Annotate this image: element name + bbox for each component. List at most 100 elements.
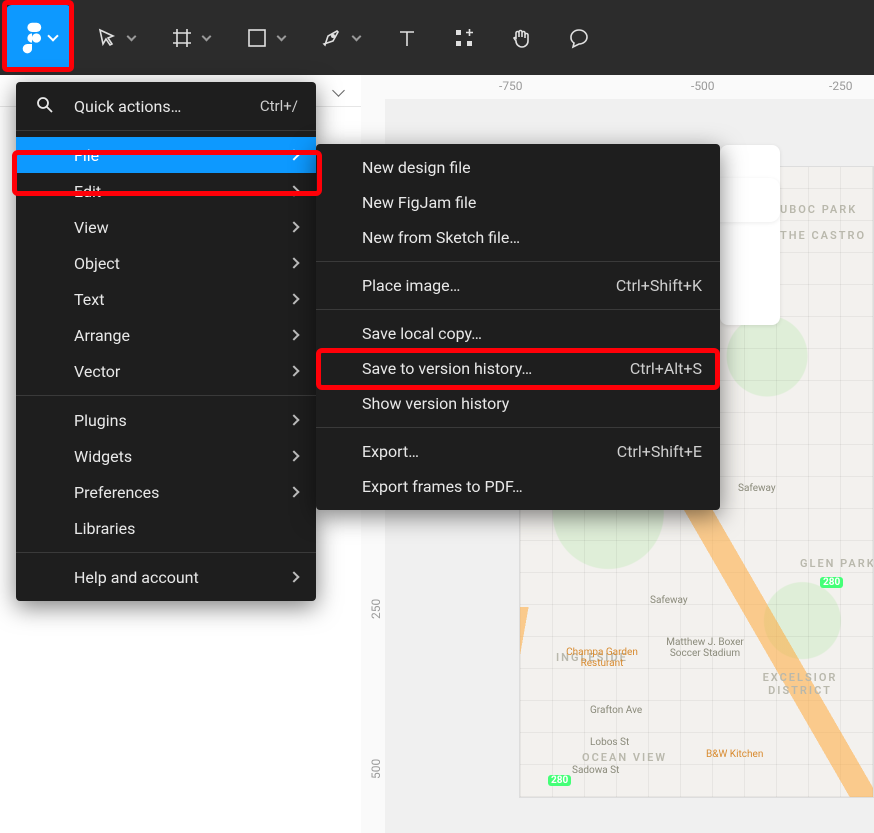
menu-edit[interactable]: Edit bbox=[16, 173, 316, 209]
horizontal-ruler: -750 -500 -250 bbox=[361, 75, 874, 99]
submenu-place-image[interactable]: Place image… Ctrl+Shift+K bbox=[316, 268, 720, 303]
chevron-down-icon[interactable] bbox=[332, 84, 345, 97]
menu-file[interactable]: File bbox=[16, 137, 316, 173]
submenu-save-local[interactable]: Save local copy… bbox=[316, 316, 720, 351]
route-shield: 280 bbox=[548, 775, 571, 786]
map-label: Champa Garden Resturant bbox=[562, 647, 642, 669]
resources-icon bbox=[454, 28, 474, 48]
menu-label: View bbox=[74, 218, 109, 237]
map-label: B&W Kitchen bbox=[706, 749, 763, 760]
menu-shortcut: Ctrl+Shift+E bbox=[617, 442, 702, 461]
chevron-right-icon bbox=[288, 486, 299, 497]
ruler-tick: -750 bbox=[499, 79, 523, 93]
menu-separator bbox=[316, 427, 720, 428]
map-label: EXCELSIOR DISTRICT bbox=[760, 671, 840, 697]
menu-label: New FigJam file bbox=[362, 193, 476, 212]
menu-view[interactable]: View bbox=[16, 209, 316, 245]
menu-separator bbox=[16, 395, 316, 396]
menu-shortcut: Ctrl+Alt+S bbox=[630, 359, 702, 378]
menu-plugins[interactable]: Plugins bbox=[16, 402, 316, 438]
menu-widgets[interactable]: Widgets bbox=[16, 438, 316, 474]
submenu-export-pdf[interactable]: Export frames to PDF… bbox=[316, 469, 720, 504]
comment-tool[interactable] bbox=[550, 0, 608, 75]
menu-label: Export frames to PDF… bbox=[362, 477, 523, 496]
ruler-tick: 250 bbox=[369, 599, 383, 619]
map-label: Sadowa St bbox=[572, 765, 619, 776]
ruler-tick: -500 bbox=[691, 79, 715, 93]
menu-separator bbox=[16, 130, 316, 131]
ruler-tick: -250 bbox=[829, 79, 853, 93]
card-overlay bbox=[720, 145, 780, 325]
map-label: Matthew J. Boxer Soccer Stadium bbox=[660, 637, 750, 659]
menu-label: Widgets bbox=[74, 447, 132, 466]
menu-label: File bbox=[74, 146, 99, 165]
map-label: Safeway bbox=[650, 595, 688, 606]
map-label: UBOC PARK bbox=[780, 203, 857, 216]
menu-separator bbox=[316, 261, 720, 262]
map-label: OCEAN VIEW bbox=[582, 751, 667, 764]
hand-tool[interactable] bbox=[492, 0, 550, 75]
text-tool[interactable] bbox=[378, 0, 436, 75]
figma-logo-icon bbox=[21, 22, 43, 54]
chevron-down-icon bbox=[47, 30, 58, 41]
chevron-right-icon bbox=[288, 365, 299, 376]
chevron-down-icon bbox=[277, 31, 287, 41]
submenu-new-sketch[interactable]: New from Sketch file… bbox=[316, 220, 720, 255]
pen-tool[interactable] bbox=[303, 0, 378, 75]
menu-arrange[interactable]: Arrange bbox=[16, 317, 316, 353]
menu-label: Edit bbox=[74, 182, 101, 201]
submenu-new-figjam[interactable]: New FigJam file bbox=[316, 185, 720, 220]
menu-separator bbox=[316, 309, 720, 310]
search-icon bbox=[36, 96, 54, 114]
menu-vector[interactable]: Vector bbox=[16, 353, 316, 389]
chevron-right-icon bbox=[288, 149, 299, 160]
menu-preferences[interactable]: Preferences bbox=[16, 474, 316, 510]
menu-label: Export… bbox=[362, 442, 419, 461]
menu-object[interactable]: Object bbox=[16, 245, 316, 281]
menu-separator bbox=[16, 552, 316, 553]
menu-text[interactable]: Text bbox=[16, 281, 316, 317]
file-submenu: New design file New FigJam file New from… bbox=[316, 144, 720, 510]
menu-label: Vector bbox=[74, 362, 120, 381]
menu-label: Save to version history… bbox=[362, 359, 532, 378]
chevron-right-icon bbox=[288, 450, 299, 461]
submenu-show-history[interactable]: Show version history bbox=[316, 386, 720, 421]
cursor-icon bbox=[96, 27, 118, 49]
chevron-right-icon bbox=[288, 293, 299, 304]
map-label: GLEN PARK bbox=[800, 557, 874, 570]
menu-label: Arrange bbox=[74, 326, 130, 345]
menu-label: Help and account bbox=[74, 568, 199, 587]
frame-tool[interactable] bbox=[153, 0, 228, 75]
resources-tool[interactable] bbox=[436, 0, 492, 75]
move-tool[interactable] bbox=[78, 0, 153, 75]
chevron-right-icon bbox=[288, 185, 299, 196]
menu-label: Object bbox=[74, 254, 120, 273]
main-menu-button[interactable] bbox=[6, 5, 72, 71]
menu-label: Show version history bbox=[362, 394, 509, 413]
menu-quick-actions[interactable]: Quick actions… Ctrl+/ bbox=[16, 88, 316, 124]
map-label: Grafton Ave bbox=[590, 705, 642, 716]
chevron-right-icon bbox=[288, 329, 299, 340]
chevron-down-icon bbox=[202, 31, 212, 41]
ruler-tick: 500 bbox=[369, 759, 383, 779]
chevron-right-icon bbox=[288, 221, 299, 232]
menu-label: New design file bbox=[362, 158, 471, 177]
pen-icon bbox=[321, 27, 343, 49]
menu-help[interactable]: Help and account bbox=[16, 559, 316, 595]
menu-shortcut: Ctrl+/ bbox=[260, 97, 298, 115]
menu-label: Text bbox=[74, 290, 104, 309]
comment-icon bbox=[568, 27, 590, 49]
submenu-new-design[interactable]: New design file bbox=[316, 150, 720, 185]
menu-libraries[interactable]: Libraries bbox=[16, 510, 316, 546]
shape-tool[interactable] bbox=[228, 0, 303, 75]
submenu-export[interactable]: Export… Ctrl+Shift+E bbox=[316, 434, 720, 469]
map-label: Lobos St bbox=[590, 737, 629, 748]
chevron-right-icon bbox=[288, 257, 299, 268]
main-menu: Quick actions… Ctrl+/ File Edit View Obj… bbox=[16, 82, 316, 601]
menu-label: Libraries bbox=[74, 519, 135, 538]
route-shield: 280 bbox=[820, 577, 843, 588]
frame-icon bbox=[171, 27, 193, 49]
chevron-down-icon bbox=[352, 31, 362, 41]
submenu-save-history[interactable]: Save to version history… Ctrl+Alt+S bbox=[316, 351, 720, 386]
chevron-right-icon bbox=[288, 414, 299, 425]
